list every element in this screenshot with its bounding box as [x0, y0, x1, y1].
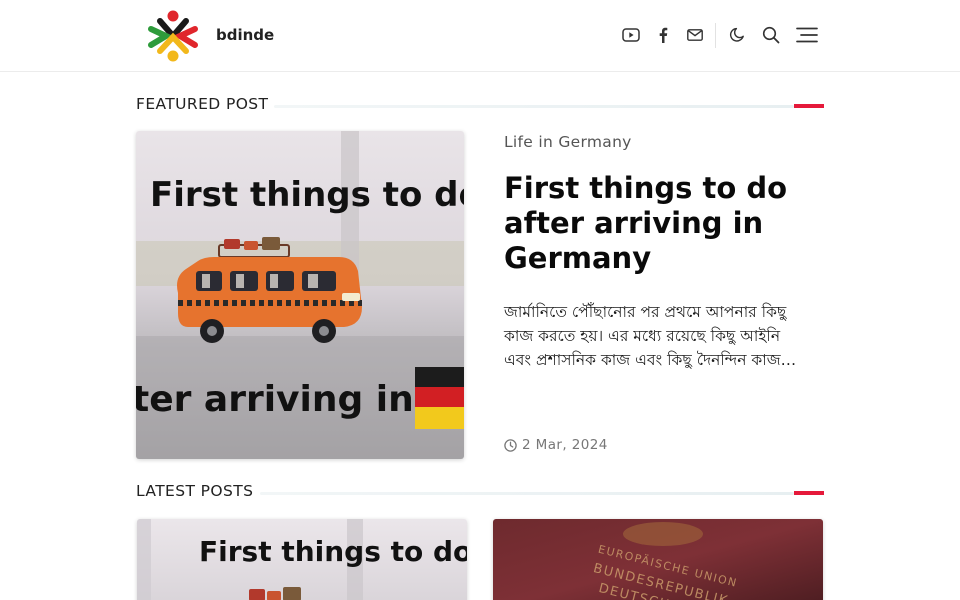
featured-post-date: 2 Mar, 2024 — [504, 437, 608, 453]
featured-section-head: FEATURED POST — [136, 95, 824, 117]
facebook-icon[interactable] — [652, 24, 674, 46]
search-icon[interactable] — [760, 24, 782, 46]
moon-icon[interactable] — [726, 24, 748, 46]
logo-icon[interactable] — [146, 9, 200, 63]
section-accent — [794, 104, 824, 108]
section-accent — [794, 491, 824, 495]
section-line — [260, 492, 794, 495]
latest-post-card[interactable]: First things to do — [137, 519, 467, 600]
site-name[interactable]: bdinde — [216, 26, 274, 44]
featured-image-text-top: First things to do — [150, 175, 464, 215]
section-line — [274, 105, 794, 108]
menu-icon[interactable] — [795, 24, 819, 46]
mail-icon[interactable] — [684, 24, 706, 46]
latest-post-image[interactable]: First things to do — [137, 519, 467, 600]
featured-section-title: FEATURED POST — [136, 95, 269, 113]
latest-post-image[interactable]: EUROPÄISCHE UNION BUNDESREPUBLIK DEUTSCH… — [493, 519, 823, 600]
clock-icon — [504, 438, 517, 452]
featured-image-text-bottom: ter arriving in — [136, 379, 414, 420]
featured-date-text: 2 Mar, 2024 — [522, 437, 608, 453]
featured-post-excerpt: জার্মানিতে পৌঁছানোর পর প্রথমে আপনার কিছু… — [504, 303, 797, 369]
latest-section-title: LATEST POSTS — [136, 482, 254, 500]
youtube-icon[interactable] — [620, 24, 642, 46]
header-divider — [715, 23, 716, 48]
featured-post-image[interactable]: First things to do ter arriving in — [136, 131, 464, 459]
featured-post-title[interactable]: First things to do after arriving in Ger… — [504, 171, 824, 276]
latest-post-card[interactable]: EUROPÄISCHE UNION BUNDESREPUBLIK DEUTSCH… — [493, 519, 823, 600]
latest-section-head: LATEST POSTS — [136, 482, 824, 504]
site-header: bdinde — [0, 0, 960, 72]
featured-category[interactable]: Life in Germany — [504, 133, 632, 151]
latest-card-image-text: First things to do — [199, 535, 467, 568]
